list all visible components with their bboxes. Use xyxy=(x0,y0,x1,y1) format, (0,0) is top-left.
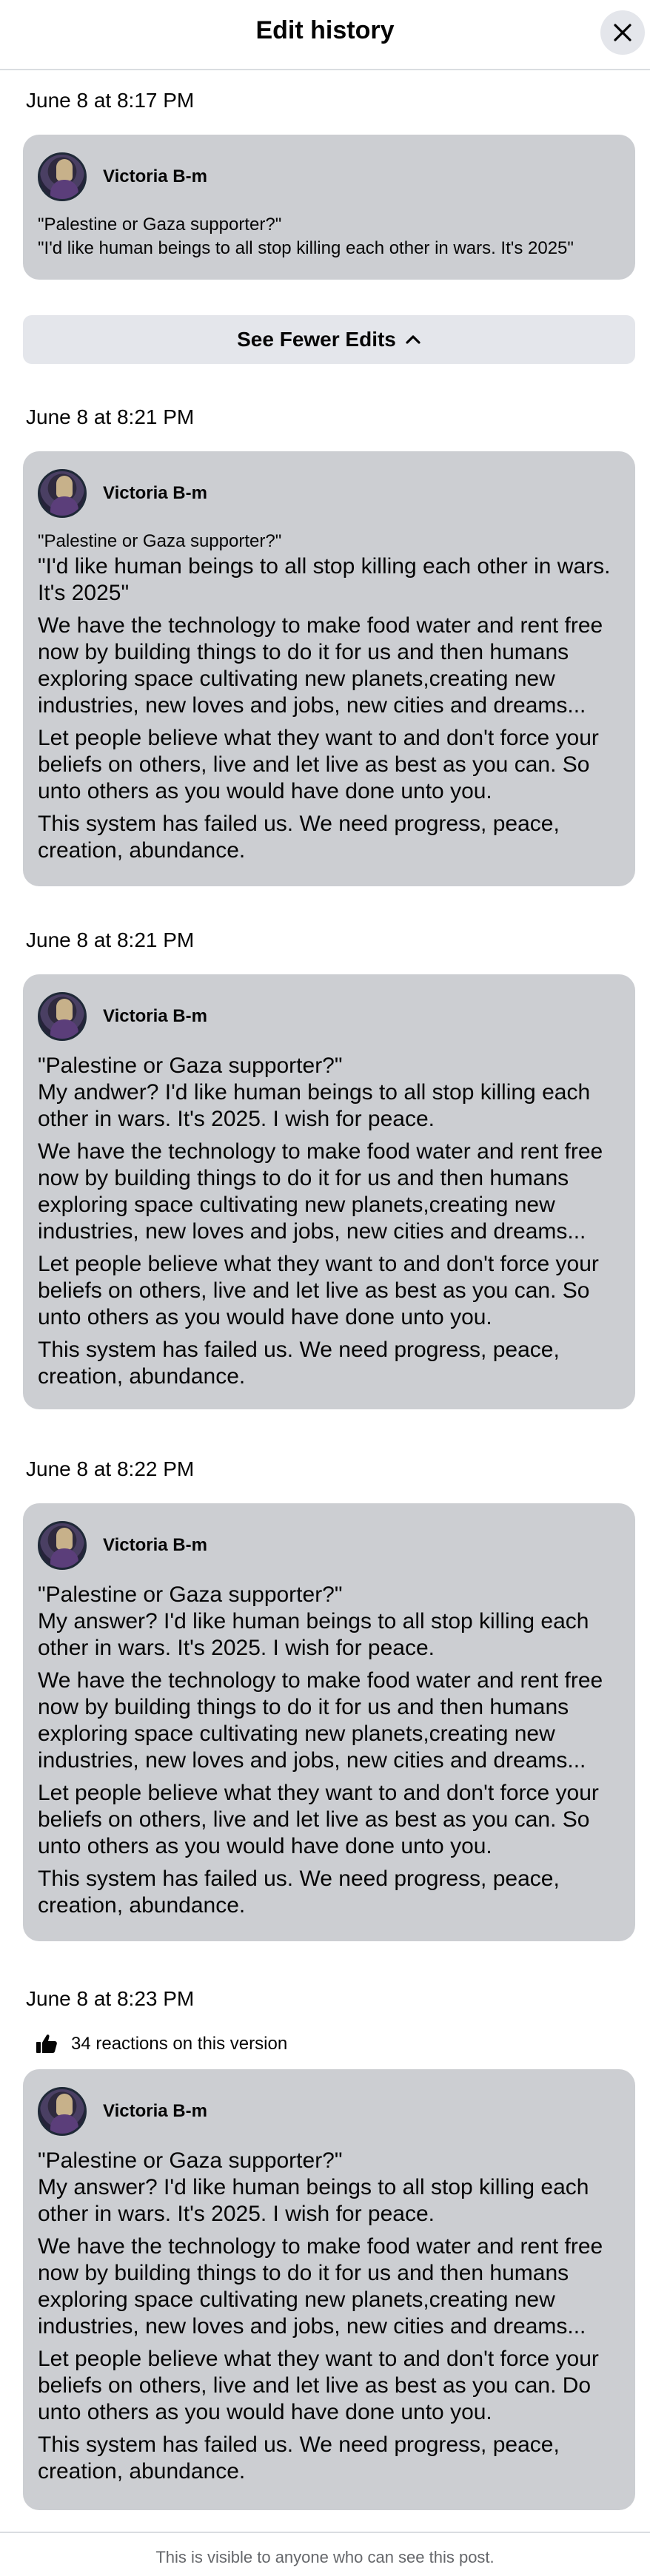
post-paragraph: This system has failed us. We need progr… xyxy=(38,1867,560,1918)
post-text: "Palestine or Gaza supporter?" "I'd like… xyxy=(38,213,620,260)
version-card: Victoria B-m "Palestine or Gaza supporte… xyxy=(23,2069,635,2510)
post-paragraph: "Palestine or Gaza supporter?" My answer… xyxy=(38,1582,589,1660)
author-row: Victoria B-m xyxy=(38,991,620,1042)
post-paragraph: "Palestine or Gaza supporter?" xyxy=(38,531,282,551)
post-paragraph: "Palestine or Gaza supporter?" My answer… xyxy=(38,2148,589,2226)
thumbs-up-icon xyxy=(36,2034,57,2053)
version-timestamp: June 8 at 8:21 PM xyxy=(26,405,195,428)
close-icon xyxy=(614,24,631,41)
post-paragraph: This system has failed us. We need progr… xyxy=(38,2432,560,2484)
post-paragraph: This system has failed us. We need progr… xyxy=(38,812,560,863)
see-fewer-edits-label: See Fewer Edits xyxy=(237,328,396,351)
post-paragraph: This system has failed us. We need progr… xyxy=(38,1338,560,1389)
reactions-summary[interactable]: 34 reactions on this version xyxy=(36,2034,287,2054)
post-paragraph: We have the technology to make food wate… xyxy=(38,2234,603,2339)
post-paragraph: "I'd like human beings to all stop killi… xyxy=(38,554,611,605)
author-name[interactable]: Victoria B-m xyxy=(103,1006,207,1027)
post-text: "Palestine or Gaza supporter?" My answer… xyxy=(38,2148,620,2485)
post-text: "Palestine or Gaza supporter?" My answer… xyxy=(38,1582,620,1919)
visibility-footer: This is visible to anyone who can see th… xyxy=(0,2532,650,2576)
avatar[interactable] xyxy=(38,469,87,518)
avatar[interactable] xyxy=(38,992,87,1041)
version-timestamp: June 8 at 8:23 PM xyxy=(26,1987,195,2010)
avatar[interactable] xyxy=(38,1521,87,1570)
version-card: Victoria B-m "Palestine or Gaza supporte… xyxy=(23,1503,635,1941)
version-card: Victoria B-m "Palestine or Gaza supporte… xyxy=(23,974,635,1409)
chevron-up-icon xyxy=(406,335,421,344)
author-name[interactable]: Victoria B-m xyxy=(103,1535,207,1556)
avatar[interactable] xyxy=(38,2087,87,2136)
author-name[interactable]: Victoria B-m xyxy=(103,166,207,187)
author-name[interactable]: Victoria B-m xyxy=(103,483,207,504)
post-text: "Palestine or Gaza supporter?" My andwer… xyxy=(38,1053,620,1390)
post-paragraph: "Palestine or Gaza supporter?" "I'd like… xyxy=(38,215,574,258)
post-paragraph: We have the technology to make food wate… xyxy=(38,1139,603,1244)
author-row: Victoria B-m xyxy=(38,2086,620,2137)
version-card: Victoria B-m "Palestine or Gaza supporte… xyxy=(23,451,635,886)
post-text: "Palestine or Gaza supporter?" "I'd like… xyxy=(38,530,620,864)
version-timestamp: June 8 at 8:22 PM xyxy=(26,1457,195,1480)
dialog-title: Edit history xyxy=(255,16,395,44)
author-row: Victoria B-m xyxy=(38,468,620,519)
post-paragraph: Let people believe what they want to and… xyxy=(38,1781,599,1858)
visibility-note: This is visible to anyone who can see th… xyxy=(155,2548,495,2566)
dialog-header: Edit history xyxy=(0,0,650,70)
post-paragraph: "Palestine or Gaza supporter?" My andwer… xyxy=(38,1053,591,1131)
author-name[interactable]: Victoria B-m xyxy=(103,2101,207,2122)
post-paragraph: Let people believe what they want to and… xyxy=(38,2347,599,2424)
post-paragraph: We have the technology to make food wate… xyxy=(38,1668,603,1773)
post-paragraph: Let people believe what they want to and… xyxy=(38,726,599,803)
close-button[interactable] xyxy=(600,10,645,55)
version-timestamp: June 8 at 8:21 PM xyxy=(26,928,195,951)
see-fewer-edits-button[interactable]: See Fewer Edits xyxy=(23,315,635,364)
post-paragraph: We have the technology to make food wate… xyxy=(38,613,603,718)
version-card: Victoria B-m "Palestine or Gaza supporte… xyxy=(23,135,635,280)
post-paragraph: Let people believe what they want to and… xyxy=(38,1252,599,1329)
avatar[interactable] xyxy=(38,152,87,201)
version-timestamp: June 8 at 8:17 PM xyxy=(26,89,195,112)
author-row: Victoria B-m xyxy=(38,151,620,203)
reactions-count: 34 reactions on this version xyxy=(71,2034,288,2054)
author-row: Victoria B-m xyxy=(38,1520,620,1571)
